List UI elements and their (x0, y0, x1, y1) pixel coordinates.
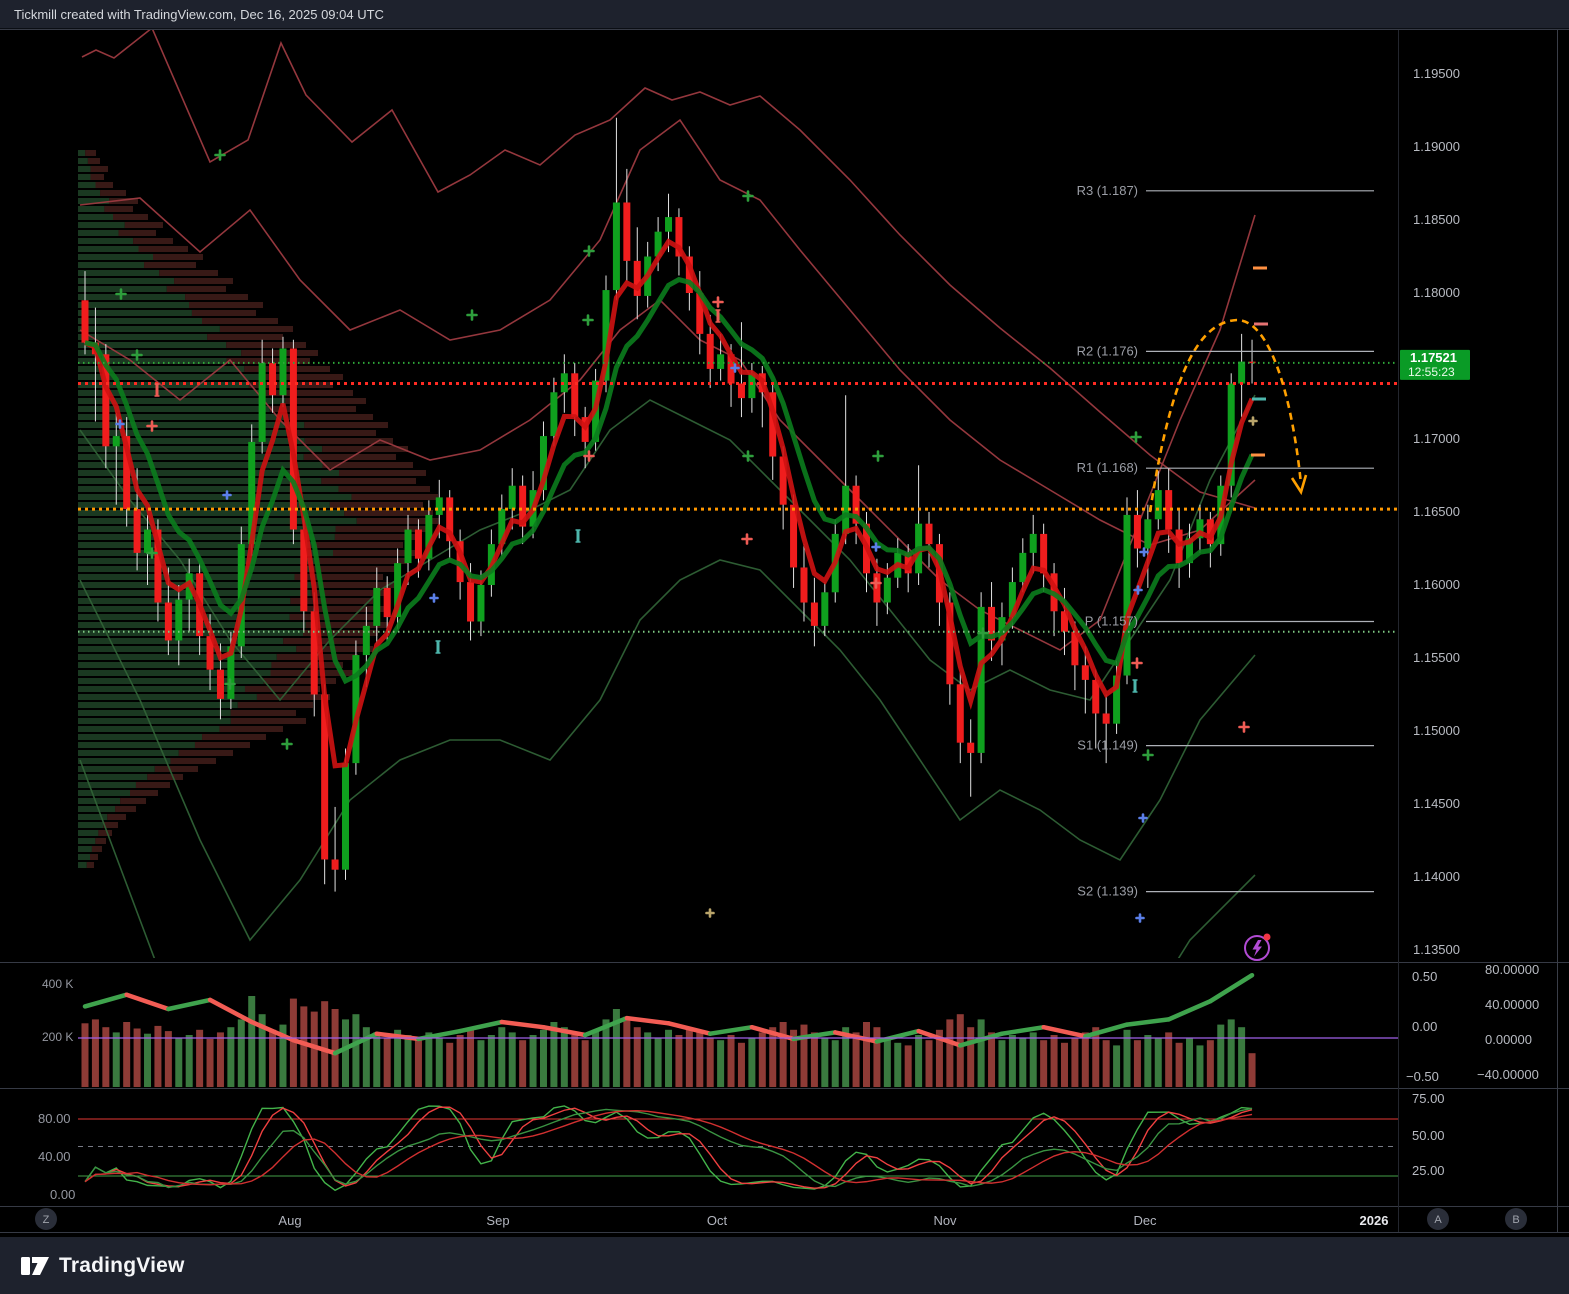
svg-text:50.00: 50.00 (1412, 1128, 1445, 1143)
svg-text:Nov: Nov (933, 1213, 957, 1228)
svg-text:1.16500: 1.16500 (1413, 504, 1460, 519)
svg-text:R1 (1.168): R1 (1.168) (1077, 460, 1138, 475)
axis-button-a[interactable]: A (1427, 1208, 1449, 1230)
svg-text:1.15000: 1.15000 (1413, 723, 1460, 738)
svg-text:1.14500: 1.14500 (1413, 796, 1460, 811)
svg-text:Sep: Sep (486, 1213, 509, 1228)
tradingview-window: Tickmill created with TradingView.com, D… (0, 0, 1569, 1294)
svg-text:25.00: 25.00 (1412, 1163, 1445, 1178)
svg-text:0.50: 0.50 (1412, 969, 1437, 984)
tradingview-logo-text: TradingView (59, 1254, 185, 1278)
svg-text:0.00: 0.00 (1412, 1019, 1437, 1034)
svg-text:12:55:23: 12:55:23 (1408, 365, 1455, 379)
svg-text:1.17000: 1.17000 (1413, 431, 1460, 446)
svg-text:1.16000: 1.16000 (1413, 577, 1460, 592)
svg-text:S1 (1.149): S1 (1.149) (1077, 738, 1138, 753)
svg-text:0.00000: 0.00000 (1485, 1032, 1532, 1047)
footer-bar: TradingView (0, 1237, 1569, 1294)
top-attribution-bar: Tickmill created with TradingView.com, D… (0, 0, 1569, 29)
chart-canvas[interactable]: R3 (1.187) R2 (1.176) R1 (1.168) P (1.157) S… (0, 0, 1569, 1237)
axis-button-z[interactable]: Z (35, 1208, 57, 1230)
svg-text:B: B (1512, 1214, 1519, 1226)
svg-text:Z: Z (43, 1214, 50, 1226)
svg-text:1.13500: 1.13500 (1413, 942, 1460, 957)
svg-text:A: A (1434, 1214, 1442, 1226)
axis-button-b[interactable]: B (1505, 1208, 1527, 1230)
svg-text:Aug: Aug (278, 1213, 301, 1228)
attribution-text: Tickmill created with TradingView.com, D… (14, 7, 384, 22)
svg-text:1.14000: 1.14000 (1413, 869, 1460, 884)
svg-text:−0.50: −0.50 (1406, 1069, 1439, 1084)
svg-text:Dec: Dec (1133, 1213, 1157, 1228)
svg-text:1.19000: 1.19000 (1413, 139, 1460, 154)
svg-text:1.15500: 1.15500 (1413, 650, 1460, 665)
current-price-label: 1.1752112:55:23 (1400, 350, 1470, 380)
tradingview-logo[interactable]: TradingView (20, 1253, 185, 1279)
svg-text:S2 (1.139): S2 (1.139) (1077, 884, 1138, 899)
svg-text:400 K: 400 K (42, 977, 73, 991)
tradingview-logo-icon (20, 1253, 50, 1279)
svg-text:2026: 2026 (1360, 1213, 1389, 1228)
svg-text:80.00000: 80.00000 (1485, 962, 1539, 977)
svg-text:80.00: 80.00 (38, 1111, 71, 1126)
svg-text:−40.00000: −40.00000 (1477, 1067, 1539, 1082)
svg-text:1.18500: 1.18500 (1413, 212, 1460, 227)
svg-text:R3 (1.187): R3 (1.187) (1077, 183, 1138, 198)
svg-text:1.18000: 1.18000 (1413, 285, 1460, 300)
svg-text:40.00000: 40.00000 (1485, 997, 1539, 1012)
svg-text:0.00: 0.00 (50, 1187, 75, 1202)
svg-text:P (1.157): P (1.157) (1085, 614, 1138, 629)
svg-text:200 K: 200 K (42, 1030, 73, 1044)
svg-text:1.17521: 1.17521 (1410, 350, 1457, 365)
svg-text:1.19500: 1.19500 (1413, 66, 1460, 81)
svg-text:R2 (1.176): R2 (1.176) (1077, 343, 1138, 358)
svg-text:75.00: 75.00 (1412, 1091, 1445, 1106)
svg-text:40.00: 40.00 (38, 1149, 71, 1164)
svg-text:Oct: Oct (707, 1213, 728, 1228)
